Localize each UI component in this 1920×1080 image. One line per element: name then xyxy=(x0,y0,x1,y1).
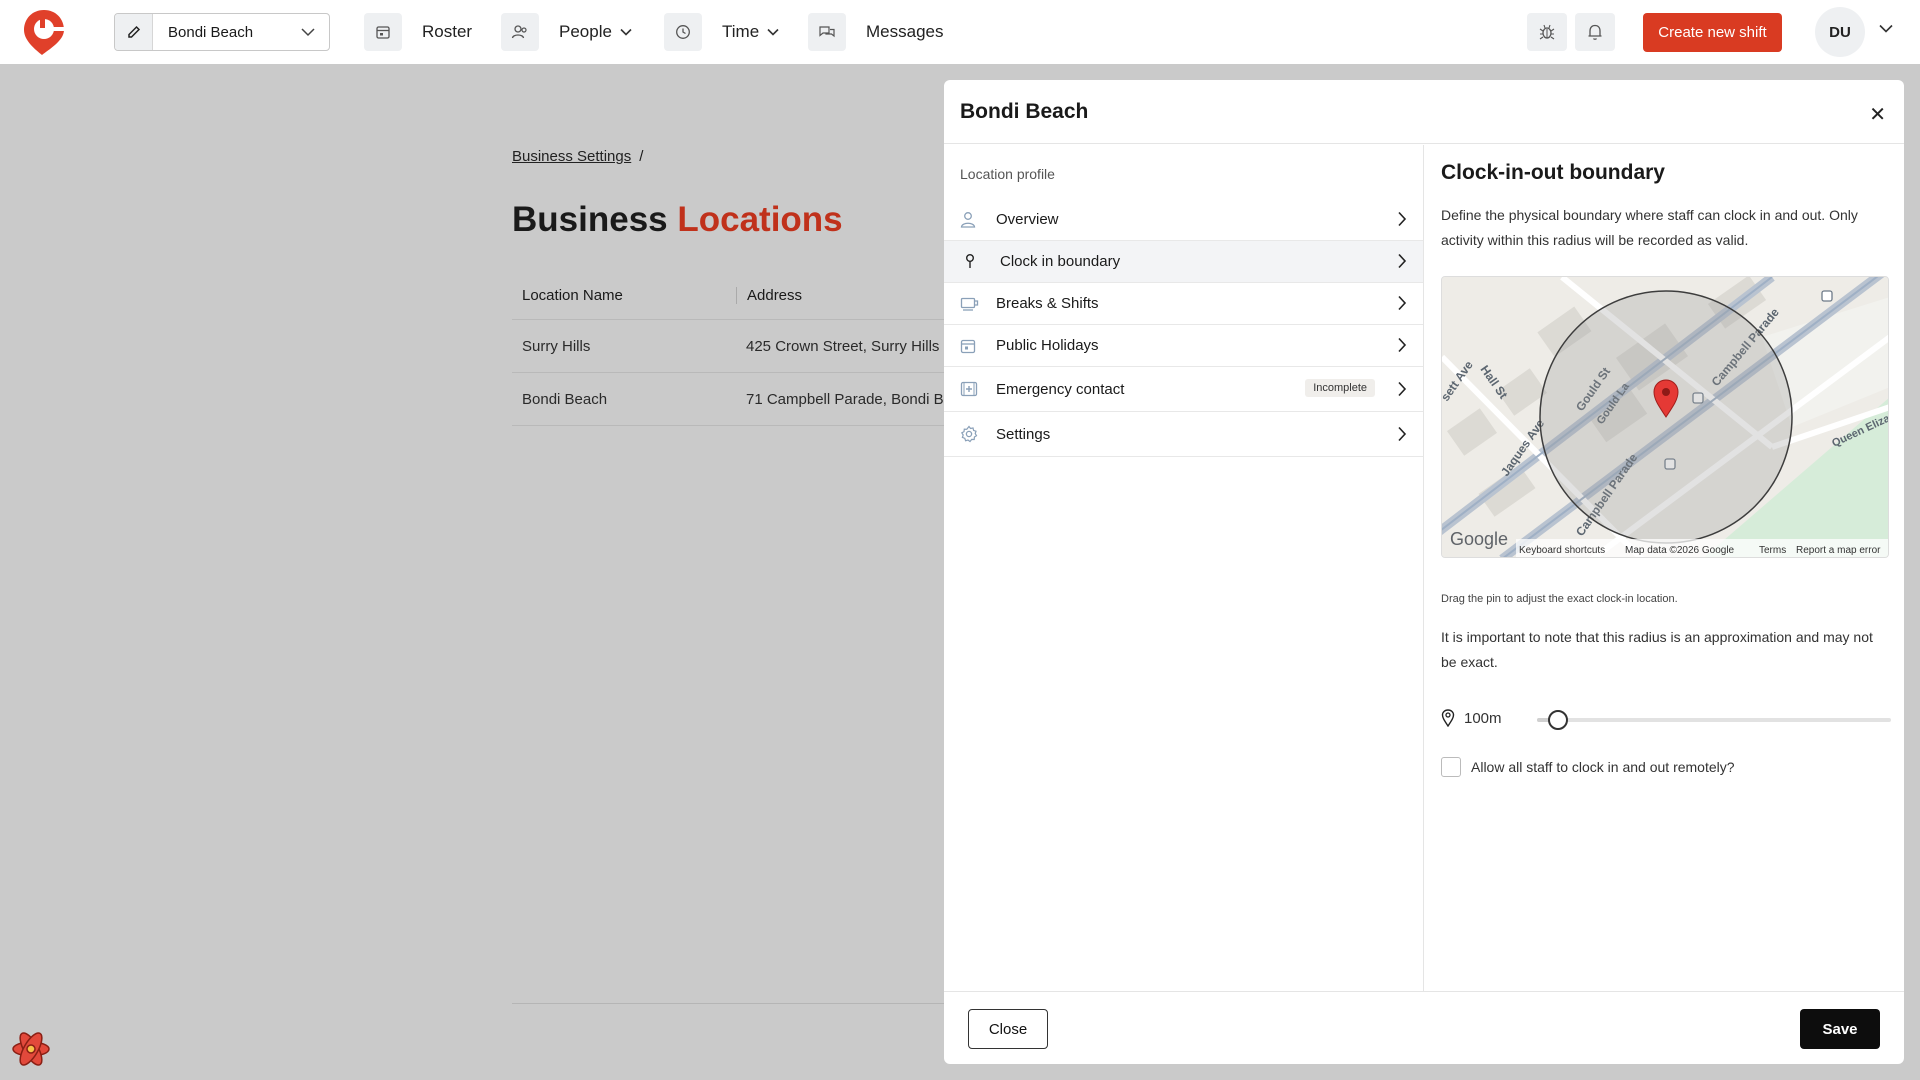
remote-clock-option[interactable]: Allow all staff to clock in and out remo… xyxy=(1441,757,1735,777)
gear-icon xyxy=(960,425,980,443)
section-title: Clock-in-out boundary xyxy=(1441,161,1665,184)
map-canvas[interactable]: Hall St Gould St Gould La Campbell Parad… xyxy=(1442,277,1889,558)
status-badge: Incomplete xyxy=(1305,379,1375,397)
menu-item-label: Settings xyxy=(996,425,1051,443)
column-header-address: Address xyxy=(736,287,944,304)
menu-item-label: Emergency contact xyxy=(996,380,1125,398)
calendar-icon xyxy=(364,13,402,51)
chat-icon xyxy=(808,13,846,51)
menu-item-overview[interactable]: Overview xyxy=(944,199,1423,241)
table-row[interactable]: Surry Hills 425 Crown Street, Surry Hill… xyxy=(512,320,944,373)
nav-messages[interactable]: Messages xyxy=(808,12,943,52)
menu-item-breaks-shifts[interactable]: Breaks & Shifts xyxy=(944,283,1423,325)
radius-slider[interactable] xyxy=(1537,710,1891,730)
page-title-main: Business xyxy=(512,200,668,239)
column-header-location-name: Location Name xyxy=(522,287,623,304)
menu-item-emergency-contact[interactable]: Emergency contact Incomplete xyxy=(944,367,1423,412)
location-select[interactable]: Bondi Beach xyxy=(114,13,330,51)
menu-item-public-holidays[interactable]: Public Holidays xyxy=(944,325,1423,367)
nav-roster[interactable]: Roster xyxy=(364,12,472,52)
bug-report-button[interactable] xyxy=(1527,13,1567,51)
terms-link[interactable]: Terms xyxy=(1759,545,1786,556)
boundary-map[interactable]: Hall St Gould St Gould La Campbell Parad… xyxy=(1441,276,1889,558)
panel-title: Bondi Beach xyxy=(944,80,1904,144)
breadcrumb-separator: / xyxy=(639,148,644,165)
table-row[interactable]: Bondi Beach 71 Campbell Parade, Bondi Be xyxy=(512,373,944,426)
panel-footer: Close Save xyxy=(944,991,1904,1064)
menu-item-label: Overview xyxy=(996,211,1059,228)
nav-time[interactable]: Time xyxy=(664,12,779,52)
chevron-right-icon xyxy=(1398,253,1407,269)
page-title-accent: Locations xyxy=(677,200,843,239)
location-panel: Bondi Beach ✕ Location profile Overview … xyxy=(944,80,1904,1064)
edit-icon[interactable] xyxy=(115,14,153,50)
calendar-icon xyxy=(960,338,980,354)
section-description: Define the physical boundary where staff… xyxy=(1441,207,1858,248)
chevron-right-icon xyxy=(1398,426,1407,442)
menu-item-clock-in-boundary[interactable]: Clock in boundary xyxy=(944,241,1423,283)
drag-pin-note: Drag the pin to adjust the exact clock-i… xyxy=(1441,593,1678,605)
medical-icon xyxy=(960,381,980,397)
radius-control: 100m xyxy=(1441,704,1891,734)
user-icon xyxy=(960,211,980,229)
location-profile-menu: Location profile Overview Clock in bound… xyxy=(944,145,1424,991)
close-icon[interactable]: ✕ xyxy=(1869,102,1886,127)
chevron-right-icon xyxy=(1398,381,1407,397)
app-logo-icon[interactable] xyxy=(22,8,66,56)
section-label: Location profile xyxy=(960,166,1055,182)
nav-people-label: People xyxy=(559,22,612,41)
bug-icon xyxy=(1539,24,1555,40)
chevron-down-icon xyxy=(620,28,632,36)
create-new-shift-button[interactable]: Create new shift xyxy=(1643,13,1782,52)
menu-item-settings[interactable]: Settings xyxy=(944,412,1423,457)
save-button[interactable]: Save xyxy=(1800,1009,1880,1049)
location-name-cell: Bondi Beach xyxy=(522,390,608,408)
keyboard-shortcuts-link[interactable]: Keyboard shortcuts xyxy=(1519,545,1605,556)
clock-icon xyxy=(664,13,702,51)
location-name-cell: Surry Hills xyxy=(522,337,591,355)
table-header-row: Location Name Address xyxy=(512,272,944,320)
close-button[interactable]: Close xyxy=(968,1009,1048,1049)
map-data-text: Map data ©2026 Google xyxy=(1625,545,1735,556)
coffee-icon xyxy=(960,296,980,312)
page-title: Business Locations xyxy=(512,200,843,240)
bell-icon xyxy=(1588,24,1602,40)
approximation-note: It is important to note that this radius… xyxy=(1441,629,1873,670)
radius-value: 100m xyxy=(1464,710,1502,727)
report-map-error-link[interactable]: Report a map error xyxy=(1796,545,1881,556)
people-icon xyxy=(501,13,539,51)
chevron-right-icon xyxy=(1398,337,1407,353)
nav-roster-label: Roster xyxy=(422,22,473,41)
chevron-down-icon xyxy=(767,28,779,36)
top-navbar: Bondi Beach Roster People Time Messages … xyxy=(0,0,1920,64)
nav-messages-label: Messages xyxy=(866,22,944,41)
chevron-right-icon xyxy=(1398,211,1407,227)
locations-table: Location Name Address Surry Hills 425 Cr… xyxy=(512,272,944,426)
location-pin-icon xyxy=(1441,709,1455,727)
breadcrumb: Business Settings / xyxy=(512,148,643,165)
notifications-button[interactable] xyxy=(1575,13,1615,51)
location-select-value: Bondi Beach xyxy=(168,23,254,41)
chevron-down-icon xyxy=(301,28,315,37)
breadcrumb-business-settings-link[interactable]: Business Settings xyxy=(512,148,631,165)
address-cell: 71 Campbell Parade, Bondi Be xyxy=(746,390,944,408)
slider-thumb[interactable] xyxy=(1548,710,1568,730)
divider xyxy=(512,1003,944,1004)
pin-icon xyxy=(964,253,984,271)
allow-remote-label: Allow all staff to clock in and out remo… xyxy=(1471,759,1735,775)
react-devtools-icon[interactable] xyxy=(10,1028,52,1070)
chevron-right-icon xyxy=(1398,295,1407,311)
menu-item-label: Clock in boundary xyxy=(1000,253,1121,270)
chevron-down-icon[interactable] xyxy=(1879,24,1893,33)
nav-people[interactable]: People xyxy=(501,12,632,52)
nav-time-label: Time xyxy=(722,22,760,41)
allow-remote-checkbox[interactable] xyxy=(1441,757,1461,777)
menu-item-label: Public Holidays xyxy=(996,337,1099,354)
google-logo: Google xyxy=(1450,529,1508,549)
address-cell: 425 Crown Street, Surry Hills N xyxy=(746,337,944,355)
menu-item-label: Breaks & Shifts xyxy=(996,295,1099,312)
avatar[interactable]: DU xyxy=(1815,7,1865,57)
